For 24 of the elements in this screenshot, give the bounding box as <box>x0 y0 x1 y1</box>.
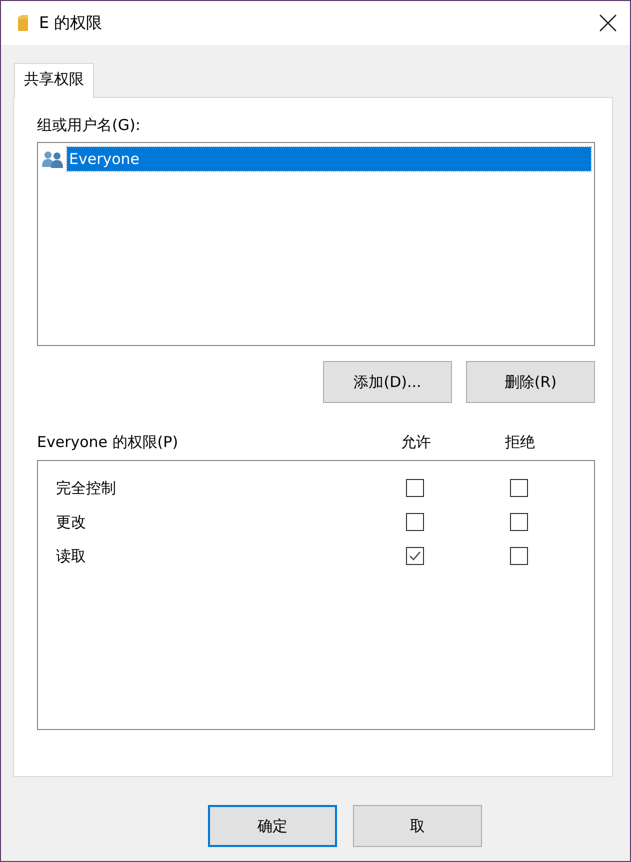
permission-name: 完全控制 <box>56 478 117 498</box>
close-icon[interactable] <box>598 13 618 33</box>
permission-name: 更改 <box>56 512 87 532</box>
checkbox[interactable] <box>510 479 528 497</box>
dialog-button[interactable]: 取 <box>353 805 482 847</box>
checkbox[interactable] <box>510 547 528 565</box>
checkbox[interactable] <box>510 513 528 531</box>
window-title: E 的权限 <box>39 12 104 34</box>
dialog-button[interactable]: 确定 <box>208 805 337 847</box>
checkbox[interactable] <box>406 547 424 565</box>
checkbox[interactable] <box>406 513 424 531</box>
list-label: 组或用户名(G): <box>37 116 140 135</box>
users-icon <box>41 150 65 168</box>
checkmark-icon <box>408 549 422 563</box>
tab[interactable]: 共享权限 <box>14 63 94 98</box>
action-button[interactable]: 添加(D)... <box>323 361 452 403</box>
folder-icon <box>17 14 29 32</box>
permission-name: 读取 <box>56 546 87 566</box>
list-item[interactable]: Everyone <box>67 147 591 171</box>
action-button[interactable]: 删除(R) <box>466 361 595 403</box>
checkbox[interactable] <box>406 479 424 497</box>
column-header: 拒绝 <box>504 433 536 452</box>
column-header: 允许 <box>400 433 432 452</box>
permissions-label: Everyone 的权限(P) <box>37 433 180 452</box>
